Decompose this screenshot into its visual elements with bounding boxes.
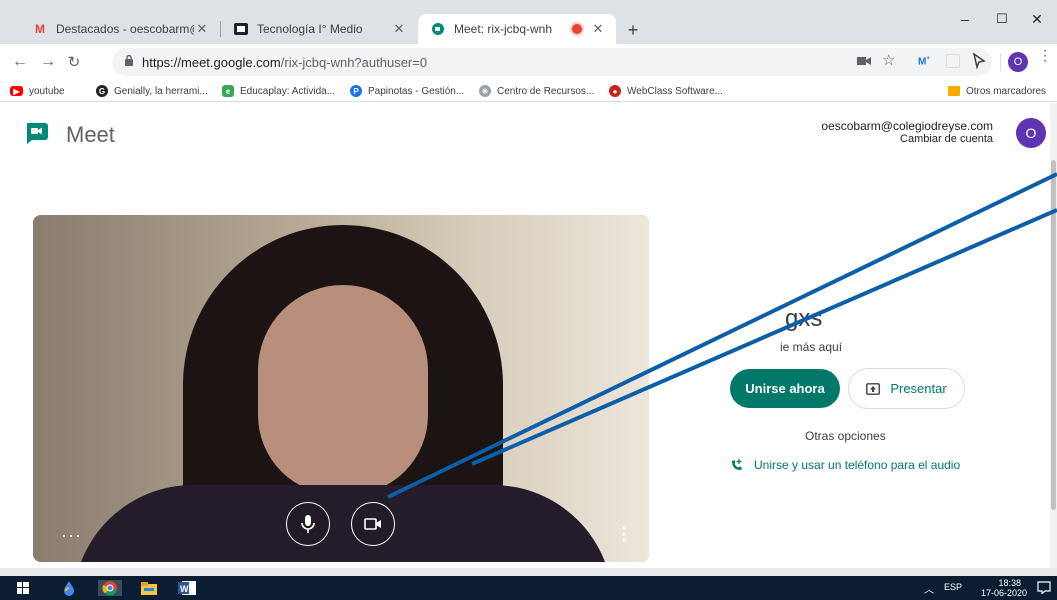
extension-reader-icon[interactable] <box>946 54 960 68</box>
browser-menu-icon[interactable]: ⋮ <box>1038 48 1052 62</box>
youtube-icon: ▶ <box>10 86 23 96</box>
join-now-button[interactable]: Unirse ahora <box>730 369 840 408</box>
present-label: Presentar <box>890 381 947 396</box>
microphone-icon <box>301 515 315 533</box>
preview-person-body <box>73 485 613 562</box>
windows-start-icon[interactable] <box>14 580 32 596</box>
tab-tecnologia[interactable]: Tecnología I° Medio ✕ <box>221 14 417 44</box>
url-text: https://meet.google.com/rix-jcbq-wnh?aut… <box>142 55 427 70</box>
meeting-name: gxs <box>785 305 823 332</box>
close-tab-icon[interactable]: ✕ <box>391 21 407 37</box>
lock-icon <box>124 54 134 69</box>
minimize-button[interactable]: – <box>945 8 985 30</box>
preview-person-face <box>258 285 428 495</box>
microphone-toggle-button[interactable] <box>286 502 330 546</box>
input-language[interactable]: ESP <box>944 582 962 592</box>
paint-drop-icon[interactable] <box>60 580 78 596</box>
recursos-icon: ✳ <box>479 85 491 97</box>
show-hidden-icons-icon[interactable]: ︿ <box>924 581 934 596</box>
bookmark-label: youtube <box>29 85 65 97</box>
educaplay-icon: e <box>222 85 234 97</box>
browser-toolbar: ← → ↻ https://meet.google.com/rix-jcbq-w… <box>0 44 1057 80</box>
bookmark-label: Educaplay: Activida... <box>240 85 336 97</box>
camera-in-use-icon[interactable] <box>857 54 871 69</box>
bookmark-papinotas[interactable]: P Papinotas - Gestión... <box>350 83 464 99</box>
folder-icon <box>948 86 960 96</box>
url-path: /rix-jcbq-wnh?authuser=0 <box>280 55 428 70</box>
profile-avatar[interactable]: O <box>1008 52 1028 72</box>
tab-gmail[interactable]: M Destacados - oescobarm@colegi ✕ <box>20 14 220 44</box>
bookmark-educaplay[interactable]: e Educaplay: Activida... <box>222 83 335 99</box>
extension-m-icon[interactable]: M+ <box>918 56 930 67</box>
back-arrow-icon[interactable]: ← <box>10 52 30 72</box>
papinotas-icon: P <box>350 85 362 97</box>
close-tab-icon[interactable]: ✕ <box>590 21 606 37</box>
close-tab-icon[interactable]: ✕ <box>194 21 210 37</box>
bookmark-label: Papinotas - Gestión... <box>368 85 465 97</box>
switch-account-link[interactable]: Cambiar de cuenta <box>900 133 993 145</box>
present-icon <box>866 382 881 395</box>
windows-taskbar: W ︿ ESP 18:38 17-06-2020 <box>0 576 1057 600</box>
camera-toggle-button[interactable] <box>351 502 395 546</box>
classroom-icon <box>233 21 249 37</box>
preview-menu-icon[interactable]: • • • <box>622 522 626 546</box>
tab-meet[interactable]: Meet: rix-jcbq-wnh ✕ <box>418 14 616 44</box>
close-window-button[interactable]: ✕ <box>1017 8 1057 30</box>
bookmark-label: Centro de Recursos... <box>497 85 595 97</box>
address-bar[interactable]: https://meet.google.com/rix-jcbq-wnh?aut… <box>112 48 992 76</box>
bookmark-webclass[interactable]: ● WebClass Software... <box>609 83 723 99</box>
other-bookmarks-label: Otros marcadores <box>966 85 1047 97</box>
bookmark-centro-recursos[interactable]: ✳ Centro de Recursos... <box>479 83 594 99</box>
camera-preview: ··· • • • <box>33 215 649 562</box>
bookmark-label: WebClass Software... <box>627 85 723 97</box>
phone-audio-label: Unirse y usar un teléfono para el audio <box>754 458 961 472</box>
toolbar-divider <box>1000 53 1001 71</box>
phone-audio-option[interactable]: Unirse y usar un teléfono para el audio <box>730 458 960 472</box>
chrome-taskbar-icon[interactable] <box>98 580 122 596</box>
other-options-label: Otras opciones <box>805 429 886 443</box>
word-icon[interactable]: W <box>178 580 196 596</box>
recording-icon <box>572 24 582 34</box>
bookmarks-bar: ▶ youtube G Genially, la herrami... e Ed… <box>0 80 1057 102</box>
reload-icon[interactable]: ↻ <box>64 52 84 72</box>
file-explorer-icon[interactable] <box>140 580 158 596</box>
tab-title: Meet: rix-jcbq-wnh <box>454 22 553 36</box>
meet-brand: Meet <box>66 122 115 147</box>
svg-text:W: W <box>180 584 189 594</box>
tab-title: Destacados - oescobarm@colegi <box>56 22 194 36</box>
tab-strip: M Destacados - oescobarm@colegi ✕ Tecnol… <box>0 0 1057 44</box>
other-bookmarks[interactable]: Otros marcadores <box>948 83 1046 99</box>
clock-date[interactable]: 17-06-2020 <box>981 588 1027 598</box>
maximize-button[interactable]: ☐ <box>982 8 1022 30</box>
meet-icon <box>430 21 446 37</box>
bookmark-youtube[interactable]: ▶ youtube <box>10 83 65 99</box>
scrollbar-thumb[interactable] <box>1051 160 1056 510</box>
present-button[interactable]: Presentar <box>848 368 965 409</box>
webclass-icon: ● <box>609 85 621 97</box>
account-email: oescobarm@colegiodreyse.com <box>821 119 993 133</box>
url-host: https://meet.google.com <box>142 55 281 70</box>
bookmark-label: Genially, la herrami... <box>114 85 208 97</box>
bookmark-genially[interactable]: G Genially, la herrami... <box>96 83 208 99</box>
participants-status: ie más aquí <box>780 340 843 354</box>
tab-title: Tecnología I° Medio <box>257 22 363 36</box>
status-strip <box>0 568 1057 576</box>
more-options-icon[interactable]: ··· <box>61 526 82 544</box>
forward-arrow-icon[interactable]: → <box>38 52 58 72</box>
meet-logo-icon <box>24 121 50 145</box>
gmail-icon: M <box>35 22 45 36</box>
phone-add-icon <box>732 459 742 470</box>
clock-time[interactable]: 18:38 <box>998 578 1021 588</box>
camera-icon <box>364 518 381 530</box>
bookmark-star-icon[interactable]: ☆ <box>882 51 895 69</box>
account-avatar[interactable]: O <box>1016 118 1046 148</box>
notification-icon[interactable] <box>1037 581 1051 599</box>
new-tab-button[interactable]: + <box>622 19 644 41</box>
extension-cursor-icon[interactable] <box>972 52 986 74</box>
genially-icon: G <box>96 85 108 97</box>
